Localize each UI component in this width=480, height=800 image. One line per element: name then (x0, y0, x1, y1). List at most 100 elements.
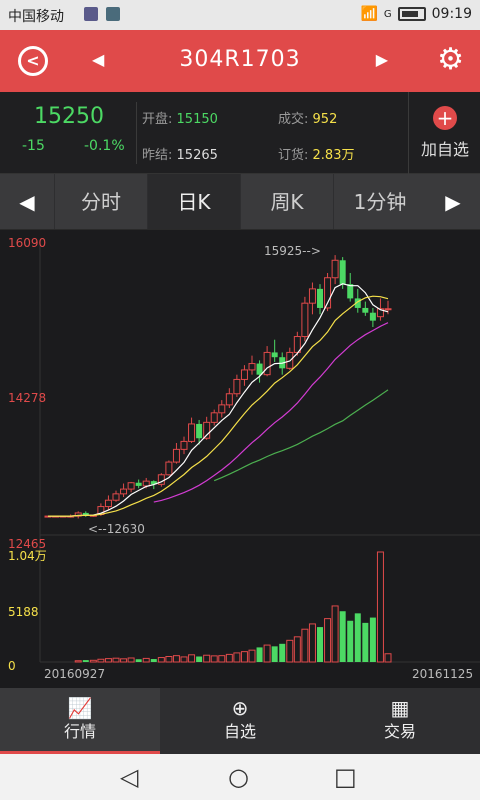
volume-bar (308, 623, 316, 663)
volume-bar (317, 627, 323, 662)
candle-body (172, 448, 180, 463)
volume-min-label: 0 (8, 659, 16, 673)
carrier-label: 中国移动 (8, 9, 64, 25)
kline-chart[interactable]: 16090 14278 12465 1.04万 5188 0 20160927 … (0, 230, 480, 688)
prev-settle: 昨结: 15265 (142, 148, 218, 163)
volume-bar (369, 617, 376, 662)
candle-body (225, 393, 233, 406)
nav-watchlist-label: 自选 (223, 722, 256, 741)
gear-icon[interactable]: ⚙ (437, 42, 464, 77)
date-end-label: 20161125 (412, 667, 473, 681)
chart-line-icon: 📈 (67, 696, 93, 720)
add-circle-icon: ⊕ (231, 696, 249, 720)
volume-bar (324, 618, 332, 663)
candle-body (263, 351, 271, 376)
next-contract-icon[interactable]: ▶ (376, 50, 388, 69)
add-circle-icon: + (433, 106, 457, 130)
volume-bar (157, 657, 165, 663)
volume-bar (120, 658, 128, 663)
wifi-icon: 📶 (360, 6, 378, 22)
volume-bar (248, 649, 256, 663)
back-triangle-icon[interactable]: ◁ (120, 763, 138, 791)
candle-body (210, 412, 218, 423)
volume-bar (82, 660, 89, 662)
tabs-next-icon[interactable]: ▶ (426, 174, 480, 230)
volume-bar (188, 654, 196, 663)
candle-body (362, 307, 369, 313)
volume-bar (203, 654, 211, 663)
volume-bar (301, 628, 309, 663)
nav-market-label: 行情 (63, 722, 96, 741)
volume-bar (293, 636, 301, 663)
tab-daily-k[interactable]: 日K (147, 174, 240, 229)
battery-icon (397, 7, 426, 21)
volume-bar (263, 644, 271, 663)
volume-bar (104, 658, 112, 663)
nav-watchlist[interactable]: ⊕ 自选 (160, 688, 320, 754)
candle-body (317, 288, 323, 308)
volume: 成交: 952 (278, 112, 338, 127)
candle-body (233, 378, 241, 395)
divider (408, 92, 409, 174)
volume-bar (180, 656, 188, 663)
app-header: < ◀ 304R1703 ▶ ⚙ (0, 30, 480, 92)
quote-panel: 15250 -15 -0.1% 开盘: 15150 昨结: 15265 成交: … (0, 92, 480, 174)
candle-body (331, 259, 339, 279)
volume-bar (286, 639, 294, 663)
add-watchlist-button[interactable]: + 加自选 (416, 106, 474, 160)
nav-trade[interactable]: ▦ 交易 (320, 688, 480, 754)
volume-bar (165, 656, 173, 663)
ma20-line (153, 322, 389, 503)
open-price: 开盘: 15150 (142, 112, 218, 127)
volume-bar (362, 622, 369, 662)
price-max-label: 16090 (8, 236, 46, 250)
volume-bar (74, 660, 82, 663)
price-change: -15 (22, 138, 45, 154)
tab-timeshare[interactable]: 分时 (54, 174, 147, 229)
volume-bar (218, 655, 226, 663)
volume-bar (279, 643, 286, 662)
system-nav-bar: ◁ ○ □ (0, 754, 480, 800)
candle-body (369, 312, 376, 321)
status-bar: 中国移动 📶 G 09:19 (0, 0, 480, 30)
volume-bar (112, 657, 120, 663)
signal-label: G (383, 8, 392, 20)
tabs-prev-icon[interactable]: ◀ (0, 174, 54, 230)
contract-title: 304R1703 (179, 47, 301, 72)
nav-market[interactable]: 📈 行情 (0, 688, 160, 754)
tab-weekly-k[interactable]: 周K (240, 174, 333, 229)
candle-body (301, 302, 309, 338)
candle-body (104, 499, 112, 508)
add-watchlist-label: 加自选 (420, 140, 469, 159)
volume-series (74, 551, 392, 663)
moving-average-series (48, 283, 389, 517)
candle-body (339, 260, 346, 285)
volume-bar (376, 551, 384, 663)
volume-bar (225, 653, 233, 663)
volume-bar (172, 655, 180, 663)
volume-bar (347, 620, 354, 662)
volume-bar (233, 652, 241, 663)
volume-bar (256, 647, 263, 662)
open-interest: 订货: 2.83万 (278, 148, 355, 163)
tab-1min[interactable]: 1分钟 (333, 174, 426, 229)
recents-square-icon[interactable]: □ (334, 763, 357, 791)
volume-bar (210, 655, 218, 663)
ma40-line (213, 389, 389, 482)
candle-body (248, 363, 256, 371)
price-mid-label: 14278 (8, 391, 46, 405)
home-circle-icon[interactable]: ○ (228, 763, 249, 791)
date-start-label: 20160927 (44, 667, 105, 681)
volume-bar (135, 659, 142, 662)
volume-bar (142, 657, 150, 663)
candle-body (308, 288, 316, 304)
candle-body (112, 493, 120, 501)
kline-svg[interactable]: 16090 14278 12465 1.04万 5188 0 20160927 … (0, 230, 480, 688)
candle-body (135, 482, 142, 486)
volume-bar (97, 658, 105, 663)
candle-body (384, 308, 392, 311)
status-right: 📶 G 09:19 (360, 6, 472, 22)
bottom-nav: 📈 行情 ⊕ 自选 ▦ 交易 (0, 688, 480, 754)
high-annotation: 15925--> (264, 244, 321, 258)
low-annotation: <--12630 (88, 522, 145, 536)
